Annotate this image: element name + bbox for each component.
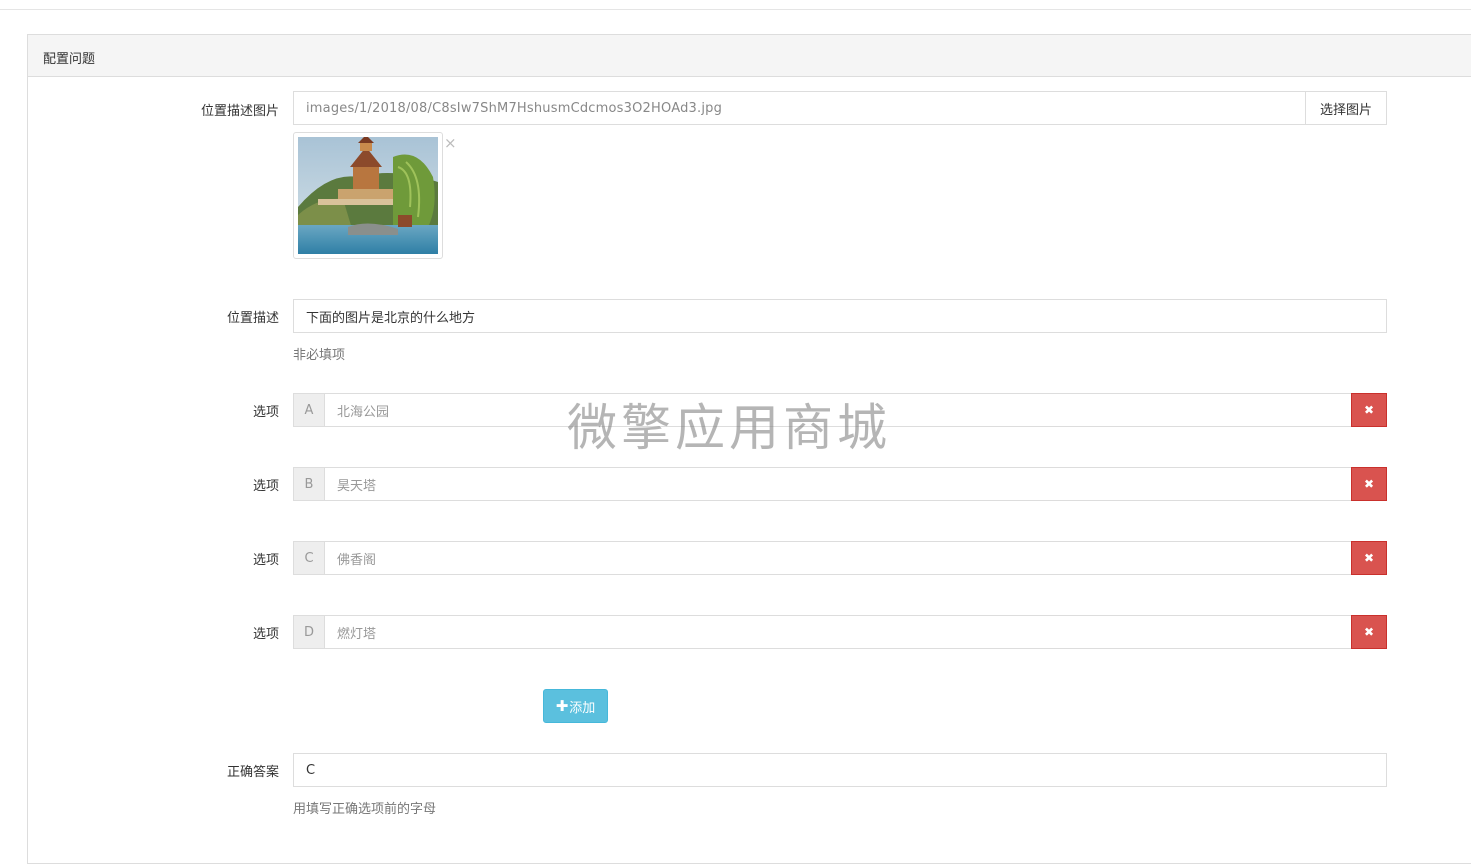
option-d-letter: D bbox=[293, 615, 325, 649]
option-b-input[interactable]: 昊天塔 bbox=[324, 467, 1352, 501]
option-b-letter: B bbox=[293, 467, 325, 501]
description-label: 位置描述 bbox=[226, 311, 279, 326]
option-c-input[interactable]: 佛香阁 bbox=[324, 541, 1352, 575]
image-field-label: 位置描述图片 bbox=[200, 104, 279, 119]
panel-title: 配置问题 bbox=[28, 35, 1471, 77]
option-a-delete-button[interactable]: ✖ bbox=[1351, 393, 1387, 427]
description-help: 非必填项 bbox=[293, 348, 346, 363]
option-a-label: 选项 bbox=[252, 405, 279, 420]
close-icon: ✖ bbox=[1363, 551, 1375, 565]
option-c-letter: C bbox=[293, 541, 325, 575]
option-a-input[interactable]: 北海公园 bbox=[324, 393, 1352, 427]
plus-icon: ✚ bbox=[555, 697, 569, 715]
option-a-letter: A bbox=[293, 393, 325, 427]
answer-label: 正确答案 bbox=[226, 765, 279, 780]
close-icon: ✖ bbox=[1363, 477, 1375, 491]
add-option-label: 添加 bbox=[569, 700, 596, 716]
answer-help: 用填写正确选项前的字母 bbox=[293, 802, 437, 817]
option-d-group: D 燃灯塔 ✖ bbox=[293, 615, 1387, 649]
option-d-label: 选项 bbox=[252, 627, 279, 642]
option-b-label: 选项 bbox=[252, 479, 279, 494]
config-panel: 配置问题 bbox=[27, 34, 1471, 864]
option-c-label: 选项 bbox=[252, 553, 279, 568]
option-b-group: B 昊天塔 ✖ bbox=[293, 467, 1387, 501]
option-d-input[interactable]: 燃灯塔 bbox=[324, 615, 1352, 649]
remove-image-icon[interactable]: × bbox=[444, 136, 457, 151]
image-preview bbox=[293, 132, 443, 259]
image-path-input[interactable]: images/1/2018/08/C8sIw7ShM7HshusmCdcmos3… bbox=[293, 91, 1306, 125]
option-c-group: C 佛香阁 ✖ bbox=[293, 541, 1387, 575]
choose-image-button[interactable]: 选择图片 bbox=[1305, 91, 1387, 125]
option-b-delete-button[interactable]: ✖ bbox=[1351, 467, 1387, 501]
option-c-delete-button[interactable]: ✖ bbox=[1351, 541, 1387, 575]
description-input[interactable]: 下面的图片是北京的什么地方 bbox=[293, 299, 1387, 333]
add-option-button[interactable]: ✚ 添加 bbox=[543, 689, 608, 723]
answer-input[interactable]: C bbox=[293, 753, 1387, 787]
summer-palace-thumbnail bbox=[298, 137, 438, 254]
close-icon: ✖ bbox=[1363, 403, 1375, 417]
close-icon: ✖ bbox=[1363, 625, 1375, 639]
top-divider bbox=[0, 0, 1471, 10]
option-a-group: A 北海公园 ✖ bbox=[293, 393, 1387, 427]
option-d-delete-button[interactable]: ✖ bbox=[1351, 615, 1387, 649]
